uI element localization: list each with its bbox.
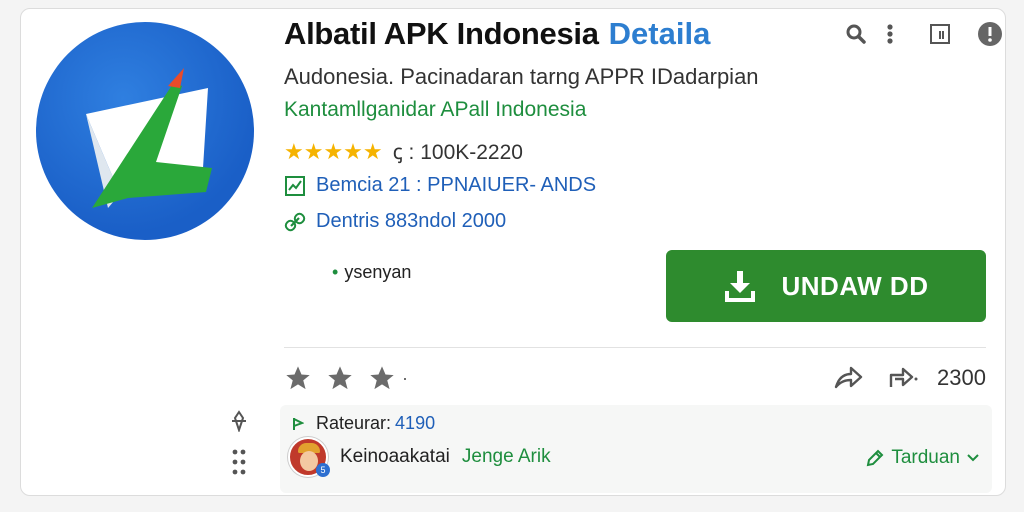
comment-rating-label: Rateurar: <box>316 413 392 433</box>
comment-author: Keinoaakatai <box>340 446 450 467</box>
forward-icon[interactable] <box>885 365 919 391</box>
comment-author-highlight[interactable]: Jenge Arik <box>462 446 551 468</box>
rating-stars: ★★★★★ <box>284 139 383 164</box>
comment-rating-value: 4190 <box>395 413 436 433</box>
download-icon <box>724 271 755 302</box>
tag-text: ysenyan <box>344 262 412 282</box>
comment-author-line: 5 Keinoaakatai Jenge Arik <box>288 437 551 477</box>
version-row: Bemcia 21 : PPNAIUER- ANDS <box>284 174 596 197</box>
open-in-icon[interactable] <box>926 20 954 48</box>
version-text: Bemcia 21 : PPNAIUER- ANDS <box>316 174 597 196</box>
downloads-count: ꞔ : 100K-2220 <box>392 141 523 164</box>
rate-stars[interactable]: · <box>284 364 408 392</box>
translate-button[interactable]: Tarduan <box>865 447 980 469</box>
comment-box: Rateurar: 4190 5 Keinoaakatai Jenge Arik… <box>280 405 992 493</box>
app-icon <box>36 22 254 240</box>
drag-handle-icon[interactable] <box>231 448 247 476</box>
star-icon[interactable] <box>284 364 312 392</box>
avatar[interactable]: 5 <box>288 437 330 477</box>
more-vert-icon[interactable] <box>876 20 904 48</box>
chevron-down-icon <box>967 454 979 462</box>
info-icon[interactable] <box>976 20 1004 48</box>
link-icon <box>284 212 306 231</box>
toolbar <box>842 20 1004 48</box>
share-group <box>833 365 919 391</box>
install-button[interactable]: UNDAW DD <box>666 250 986 322</box>
search-icon[interactable] <box>842 20 870 48</box>
title-row: Albatil APK Indonesia Detaila <box>284 14 710 54</box>
edit-icon <box>867 449 884 467</box>
flag-icon <box>293 417 304 430</box>
comment-rating-line: Rateurar: 4190 <box>292 413 435 434</box>
action-count: 2300 <box>937 365 986 390</box>
action-row: · 2300 <box>284 360 986 396</box>
dot-icon: · <box>402 367 408 388</box>
translate-label: Tarduan <box>891 447 960 468</box>
chart-box-icon <box>285 175 305 196</box>
star-icon[interactable] <box>368 364 396 392</box>
app-title: Albatil APK Indonesia <box>284 16 599 51</box>
developer-link[interactable]: Kantamllganidar APall Indonesia <box>284 98 586 122</box>
install-button-label: UNDAW DD <box>781 270 929 301</box>
pin-icon[interactable] <box>228 410 250 432</box>
size-text: Dentris 883ndol 2000 <box>316 210 507 232</box>
app-logo-graphic <box>86 68 212 208</box>
details-tab[interactable]: Detaila <box>609 16 711 52</box>
app-subtitle: Audonesia. Pacinadaran tarng APPR IDadar… <box>284 64 759 89</box>
bullet-icon: • <box>332 262 339 282</box>
tag-label: • ysenyan <box>332 262 411 283</box>
star-icon[interactable] <box>326 364 354 392</box>
rating-row: ★★★★★ ꞔ : 100K-2220 <box>284 138 523 166</box>
size-row: Dentris 883ndol 2000 <box>284 210 506 233</box>
left-tools <box>228 410 250 476</box>
share-icon[interactable] <box>833 365 863 391</box>
divider <box>284 347 986 348</box>
